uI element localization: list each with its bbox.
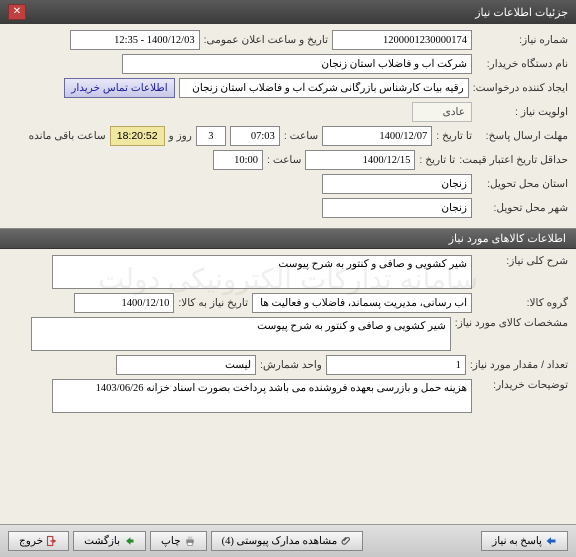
exit-icon — [46, 535, 58, 547]
buyer-field[interactable] — [122, 54, 472, 74]
price-valid-time-field[interactable] — [213, 150, 263, 170]
qty-field[interactable] — [326, 355, 466, 375]
deliver-city-field[interactable] — [322, 198, 472, 218]
attachments-label: مشاهده مدارک پیوستی (4) — [222, 535, 338, 547]
unit-field[interactable] — [116, 355, 256, 375]
contact-button[interactable]: اطلاعات تماس خریدار — [64, 78, 174, 98]
reply-icon — [545, 535, 557, 547]
to-date-label-1: تا تاریخ : — [436, 130, 472, 142]
section2-header: اطلاعات کالاهای مورد نیاز — [0, 228, 576, 249]
priority-value: عادی — [412, 102, 472, 122]
section-goods: شرح کلی نیاز: گروه کالا: تاریخ نیاز به ک… — [0, 249, 576, 423]
general-desc-label: شرح کلی نیاز: — [476, 255, 568, 267]
attachments-button[interactable]: مشاهده مدارک پیوستی (4) — [211, 531, 364, 551]
countdown-box: 18:20:52 — [110, 126, 165, 146]
announce-label: تاریخ و ساعت اعلان عمومی: — [204, 34, 328, 46]
days-field[interactable] — [196, 126, 226, 146]
exit-label: خروج — [19, 535, 43, 547]
reply-button[interactable]: پاسخ به نیاز — [481, 531, 568, 551]
unit-label: واحد شمارش: — [260, 359, 322, 371]
buyer-note-field[interactable] — [52, 379, 472, 413]
spec-field[interactable] — [31, 317, 451, 351]
requester-field[interactable] — [179, 78, 469, 98]
remain-label: ساعت باقی مانده — [29, 130, 106, 142]
back-label: بازگشت — [84, 535, 120, 547]
deliver-city-label: شهر محل تحویل: — [476, 202, 568, 214]
back-icon — [123, 535, 135, 547]
to-date-label-2: تا تاریخ : — [419, 154, 455, 166]
print-label: چاپ — [161, 535, 181, 547]
group-field[interactable] — [252, 293, 472, 313]
deadline-time-field[interactable] — [230, 126, 280, 146]
window-title: جزئیات اطلاعات نیاز — [475, 6, 568, 19]
announce-field[interactable] — [70, 30, 200, 50]
buyer-note-label: توضیحات خریدار: — [476, 379, 568, 391]
footer-toolbar: پاسخ به نیاز مشاهده مدارک پیوستی (4) چاپ… — [0, 524, 576, 557]
deliver-province-field[interactable] — [322, 174, 472, 194]
group-label: گروه کالا: — [476, 297, 568, 309]
exit-button[interactable]: خروج — [8, 531, 69, 551]
need-date-field[interactable] — [74, 293, 174, 313]
window-titlebar: جزئیات اطلاعات نیاز ✕ — [0, 0, 576, 24]
days-label: روز و — [169, 130, 192, 142]
section-general: شماره نیاز: تاریخ و ساعت اعلان عمومی: نا… — [0, 24, 576, 228]
deliver-province-label: استان محل تحویل: — [476, 178, 568, 190]
buyer-label: نام دستگاه خریدار: — [476, 58, 568, 70]
print-button[interactable]: چاپ — [150, 531, 207, 551]
spec-label: مشخصات کالای مورد نیاز: — [455, 317, 568, 329]
need-no-label: شماره نیاز: — [476, 34, 568, 46]
priority-label: اولویت نیاز : — [476, 106, 568, 118]
need-no-field[interactable] — [332, 30, 472, 50]
price-valid-label: حداقل تاریخ اعتبار قیمت: — [459, 154, 568, 166]
price-valid-date-field[interactable] — [305, 150, 415, 170]
general-desc-field[interactable] — [52, 255, 472, 289]
reply-label: پاسخ به نیاز — [492, 535, 542, 547]
deadline-send-label: مهلت ارسال پاسخ: — [476, 130, 568, 142]
printer-icon — [184, 535, 196, 547]
back-button[interactable]: بازگشت — [73, 531, 146, 551]
need-date-label: تاریخ نیاز به کالا: — [178, 297, 248, 309]
paperclip-icon — [340, 535, 352, 547]
time-label-2: ساعت : — [267, 154, 301, 166]
time-label-1: ساعت : — [284, 130, 318, 142]
deadline-date-field[interactable] — [322, 126, 432, 146]
requester-label: ایجاد کننده درخواست: — [473, 82, 568, 94]
close-icon[interactable]: ✕ — [8, 4, 26, 20]
qty-label: تعداد / مقدار مورد نیاز: — [470, 359, 568, 371]
